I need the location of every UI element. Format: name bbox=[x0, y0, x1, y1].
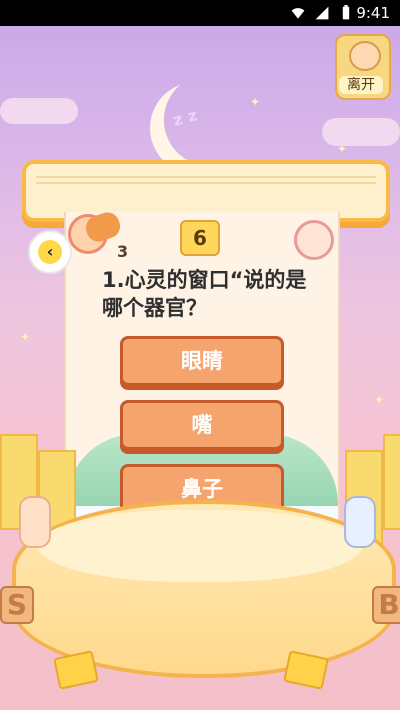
cheese-icon bbox=[283, 650, 329, 690]
star-icon: ✦ bbox=[20, 330, 31, 344]
block-b-icon: B bbox=[372, 586, 400, 624]
signal-icon bbox=[315, 6, 329, 20]
answer-option-1[interactable]: 眼睛 bbox=[120, 336, 284, 386]
battery-icon bbox=[342, 5, 350, 20]
round-indicator: 6 bbox=[180, 220, 220, 256]
book-pages bbox=[36, 176, 376, 184]
exit-label: 离开 bbox=[339, 76, 383, 94]
exit-button[interactable]: 离开 bbox=[335, 34, 391, 100]
status-time: 9:41 bbox=[356, 4, 390, 22]
stage-top bbox=[38, 510, 362, 582]
character-boy bbox=[344, 496, 376, 548]
cheese-icon bbox=[53, 650, 99, 690]
back-button[interactable]: ‹ bbox=[28, 230, 72, 274]
wifi-icon bbox=[291, 8, 305, 19]
question-text: 1.心灵的窗口“说的是哪个器官？ bbox=[102, 268, 307, 320]
player-avatar-right bbox=[294, 220, 334, 260]
cloud-decoration bbox=[322, 118, 400, 146]
exit-icon bbox=[349, 41, 381, 71]
status-bar: 9:41 bbox=[0, 0, 400, 26]
left-score: 3 bbox=[117, 242, 129, 261]
cloud-decoration bbox=[0, 98, 78, 124]
star-icon: ✦ bbox=[337, 142, 348, 156]
block-s-icon: S bbox=[0, 586, 34, 624]
character-girl bbox=[19, 496, 51, 548]
back-arrow-icon: ‹ bbox=[38, 240, 62, 264]
star-icon: ✦ bbox=[250, 95, 261, 109]
